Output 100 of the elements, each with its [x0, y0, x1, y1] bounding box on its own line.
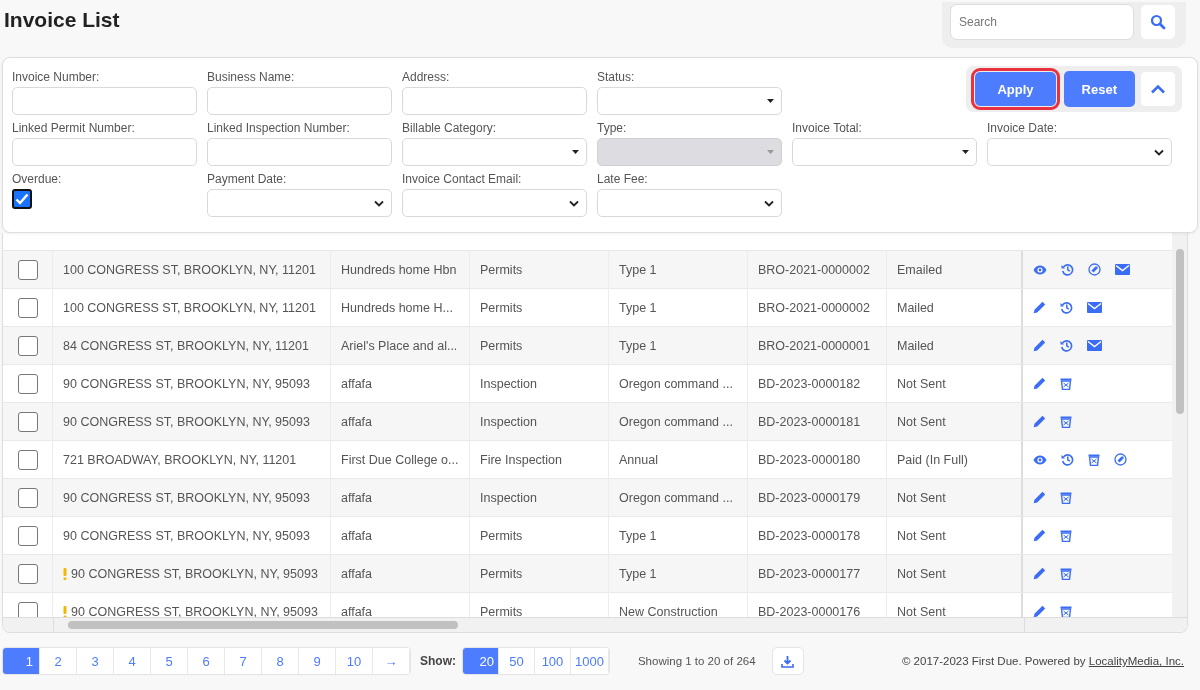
checkbox[interactable] [12, 189, 32, 209]
pencil-icon[interactable] [1033, 415, 1046, 428]
table-cell: Inspection [480, 490, 537, 505]
pencil-icon[interactable] [1033, 377, 1046, 390]
text-field[interactable] [12, 87, 197, 115]
pencil-icon[interactable] [1033, 491, 1046, 504]
dropdown-field[interactable] [597, 87, 782, 115]
pencil-icon[interactable] [1033, 567, 1046, 580]
table-cell: 100 CONGRESS ST, BROOKLYN, NY, 11201 [63, 262, 316, 277]
results-summary: Showing 1 to 20 of 264 [637, 655, 756, 667]
row-checkbox[interactable] [17, 297, 38, 318]
row-checkbox[interactable] [17, 411, 38, 432]
dropdown-field[interactable] [402, 189, 587, 217]
table-cell: BD-2023-0000176 [758, 604, 861, 617]
table-cell: BD-2023-0000179 [758, 490, 861, 505]
table-cell: 90 CONGRESS ST, BROOKLYN, NY, 95093 [63, 414, 310, 429]
chevron-icon [1154, 148, 1164, 156]
table-cell: BD-2023-0000182 [758, 376, 861, 391]
table-cell: Mailed [897, 338, 934, 353]
table-cell: Paid (In Full) [897, 452, 968, 467]
row-checkbox[interactable] [17, 259, 38, 280]
filter-label: Invoice Total: [792, 121, 863, 135]
page-title: Invoice List [4, 8, 120, 32]
table-cell: 90 CONGRESS ST, BROOKLYN, NY, 95093 [63, 528, 310, 543]
history-icon[interactable] [1060, 339, 1073, 352]
trash-icon[interactable] [1060, 529, 1072, 542]
filter-label: Invoice Contact Email: [402, 172, 523, 186]
table-cell: 90 CONGRESS ST, BROOKLYN, NY, 95093 [63, 376, 310, 391]
page-button[interactable]: 1 [3, 648, 40, 674]
table-cell: Not Sent [897, 566, 946, 581]
table-cell: affafa [341, 566, 373, 581]
trash-icon[interactable] [1060, 491, 1072, 504]
caret-icon [572, 150, 579, 154]
dropdown-field[interactable] [792, 138, 977, 166]
history-icon[interactable] [1060, 301, 1073, 314]
envelope-icon[interactable] [1087, 302, 1102, 313]
table-cell: Permits [480, 604, 523, 617]
table-cell: 84 CONGRESS ST, BROOKLYN, NY, 11201 [63, 338, 309, 353]
table-cell: Oregon command ... [619, 490, 733, 505]
table-cell: 90 CONGRESS ST, BROOKLYN, NY, 95093 [63, 490, 310, 505]
page-size-button[interactable]: 20 [463, 648, 499, 674]
table-cell: Inspection [480, 376, 537, 391]
tag-icon[interactable] [1114, 453, 1127, 466]
tag-icon[interactable] [1088, 263, 1101, 276]
table-cell: Type 1 [619, 338, 657, 353]
table-cell: Permits [480, 338, 523, 353]
trash-icon[interactable] [1060, 567, 1072, 580]
envelope-icon[interactable] [1115, 264, 1130, 275]
text-field[interactable] [207, 138, 392, 166]
table-cell: Type 1 [619, 528, 657, 543]
table-cell: BD-2023-0000178 [758, 528, 861, 543]
trash-icon[interactable] [1060, 605, 1072, 617]
search-field[interactable]: Search [950, 4, 1134, 40]
chevron-icon [569, 199, 579, 207]
table-cell: affafa [341, 376, 373, 391]
caret-icon [962, 150, 969, 154]
table-cell: Emailed [897, 262, 943, 277]
history-icon[interactable] [1061, 453, 1074, 466]
filter-label: Linked Permit Number: [12, 121, 136, 135]
history-icon[interactable] [1061, 263, 1074, 276]
trash-icon[interactable] [1060, 415, 1072, 428]
dropdown-field[interactable] [597, 189, 782, 217]
horizontal-scrollbar[interactable] [3, 617, 1187, 632]
vertical-scrollbar[interactable] [1172, 233, 1187, 617]
table-cell: 90 CONGRESS ST, BROOKLYN, NY, 95093 [71, 604, 318, 617]
trash-icon[interactable] [1088, 453, 1100, 466]
search-button[interactable] [1140, 4, 1176, 40]
eye-icon[interactable] [1033, 264, 1047, 275]
row-checkbox[interactable] [17, 373, 38, 394]
text-field[interactable] [12, 138, 197, 166]
table-cell: Annual [619, 452, 658, 467]
row-checkbox[interactable] [17, 563, 38, 584]
pencil-icon[interactable] [1033, 529, 1046, 542]
collapse-button[interactable] [1140, 71, 1176, 107]
text-field[interactable] [207, 87, 392, 115]
dropdown-field[interactable] [987, 138, 1172, 166]
table-cell: Type 1 [619, 300, 657, 315]
row-checkbox[interactable] [17, 525, 38, 546]
pencil-icon[interactable] [1033, 301, 1046, 314]
eye-icon[interactable] [1033, 454, 1047, 465]
table-cell: Oregon command ... [619, 414, 733, 429]
table-cell: BD-2023-0000181 [758, 414, 861, 429]
dropdown-field[interactable] [207, 189, 392, 217]
text-field[interactable] [402, 87, 587, 115]
download-button[interactable] [771, 647, 804, 675]
filter-button[interactable]: Reset [1063, 71, 1135, 107]
trash-icon[interactable] [1060, 377, 1072, 390]
row-checkbox[interactable] [17, 335, 38, 356]
envelope-icon[interactable] [1087, 340, 1102, 351]
row-checkbox[interactable] [17, 487, 38, 508]
show-label: Show: [420, 654, 456, 668]
powered-by-link[interactable]: LocalityMedia, Inc. [1088, 655, 1184, 667]
dropdown-field[interactable] [402, 138, 587, 166]
table-cell: 100 CONGRESS ST, BROOKLYN, NY, 11201 [63, 300, 316, 315]
row-checkbox[interactable] [17, 601, 38, 617]
pencil-icon[interactable] [1033, 339, 1046, 352]
table-cell: BRO-2021-0000002 [758, 262, 870, 277]
filter-label: Billable Category: [402, 121, 498, 135]
table-cell: Not Sent [897, 604, 946, 617]
row-checkbox[interactable] [17, 449, 38, 470]
